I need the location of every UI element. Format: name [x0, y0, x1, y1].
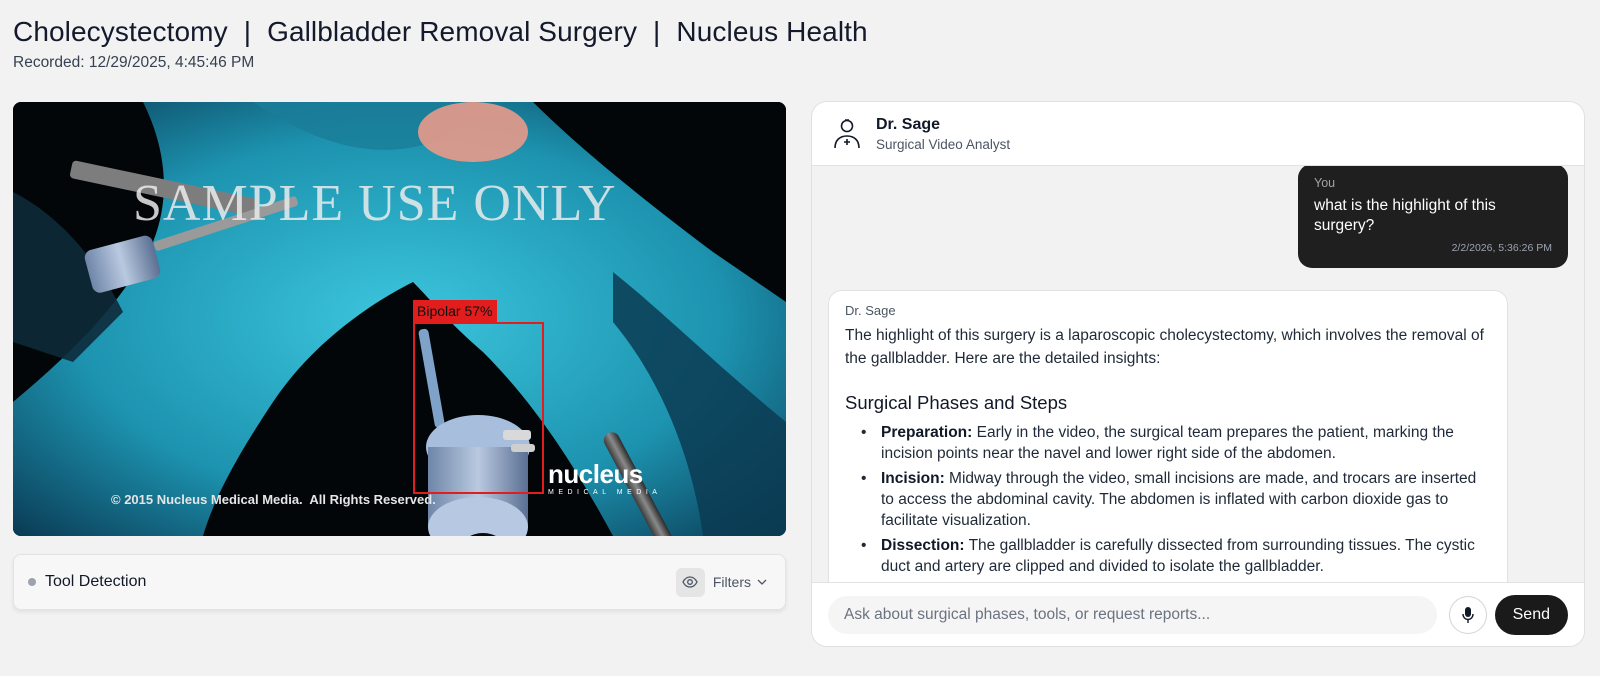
- message-heading: Surgical Phases and Steps: [845, 392, 1068, 413]
- chat-input[interactable]: [828, 595, 1437, 634]
- tool-actions: Filters: [675, 567, 771, 597]
- logo-wordmark: nucleus: [548, 459, 643, 489]
- message-intro: The highlight of this surgery is a lapar…: [845, 327, 1484, 367]
- chat-header: Dr. Sage Surgical Video Analyst: [812, 102, 1584, 166]
- doctor-icon: [834, 118, 860, 148]
- nucleus-logo: nucleus MEDICAL MEDIA: [548, 460, 661, 498]
- procedure-description: Gallbladder Removal Surgery: [267, 16, 638, 47]
- user-message: You what is the highlight of this surger…: [1298, 166, 1568, 268]
- item-term: Incision:: [881, 470, 945, 487]
- chat-input-bar: Send: [812, 582, 1584, 646]
- assistant-message: Dr. Sage The highlight of this surgery i…: [828, 290, 1508, 584]
- message-text: what is the highlight of this surgery?: [1314, 197, 1496, 234]
- item-term: Preparation:: [881, 424, 973, 441]
- detection-label: Bipolar 57%: [413, 300, 497, 322]
- microphone-button[interactable]: [1448, 595, 1487, 634]
- chat-messages[interactable]: You what is the highlight of this surger…: [812, 166, 1584, 584]
- page-header: Cholecystectomy | Gallbladder Removal Su…: [13, 16, 868, 72]
- agent-role: Surgical Video Analyst: [876, 136, 1011, 152]
- video-player[interactable]: SAMPLE USE ONLY Bipolar 57% © 2015 Nucle…: [13, 102, 786, 536]
- message-author: Dr. Sage: [845, 303, 896, 318]
- send-button[interactable]: Send: [1494, 594, 1568, 635]
- procedure-name: Cholecystectomy: [13, 16, 228, 47]
- video-copyright: © 2015 Nucleus Medical Media. All Rights…: [111, 492, 436, 507]
- title-separator: |: [243, 16, 252, 47]
- recorded-timestamp: Recorded: 12/29/2025, 4:45:46 PM: [13, 54, 255, 71]
- item-text: Midway through the video, small incision…: [881, 470, 1477, 529]
- eye-icon[interactable]: [675, 567, 705, 597]
- agent-name: Dr. Sage: [876, 115, 941, 133]
- item-term: Dissection:: [881, 537, 965, 554]
- message-timestamp: 2/2/2026, 5:36:26 PM: [1451, 242, 1552, 254]
- filters-button[interactable]: Filters: [713, 574, 771, 590]
- watermark-text: SAMPLE USE ONLY: [133, 175, 617, 232]
- list-item: Incision: Midway through the video, smal…: [861, 468, 1491, 531]
- message-author: You: [1314, 176, 1336, 190]
- filters-label: Filters: [712, 574, 751, 590]
- detection-bounding-box: [413, 322, 544, 494]
- steps-list: Preparation: Early in the video, the sur…: [845, 422, 1491, 577]
- title-separator: |: [653, 16, 661, 47]
- status-dot: [28, 578, 36, 586]
- chevron-down-icon: [757, 579, 767, 585]
- chat-panel: Dr. Sage Surgical Video Analyst You what…: [811, 101, 1585, 647]
- list-item: Dissection: The gallbladder is carefully…: [861, 535, 1491, 577]
- agent-info: Dr. Sage Surgical Video Analyst: [876, 116, 1010, 152]
- page-title: Cholecystectomy | Gallbladder Removal Su…: [13, 16, 868, 48]
- eye-icon-glyph: [682, 576, 699, 588]
- organization-name: Nucleus Health: [676, 16, 868, 47]
- item-text: The gallbladder is carefully dissected f…: [881, 537, 1475, 575]
- tool-detection-bar: Tool Detection Filters: [13, 554, 786, 610]
- list-item: Preparation: Early in the video, the sur…: [861, 422, 1491, 464]
- logo-subtitle: MEDICAL MEDIA: [548, 489, 662, 496]
- microphone-icon: [1462, 606, 1474, 623]
- video-frame: [13, 102, 786, 536]
- tool-detection-label: Tool Detection: [45, 573, 147, 590]
